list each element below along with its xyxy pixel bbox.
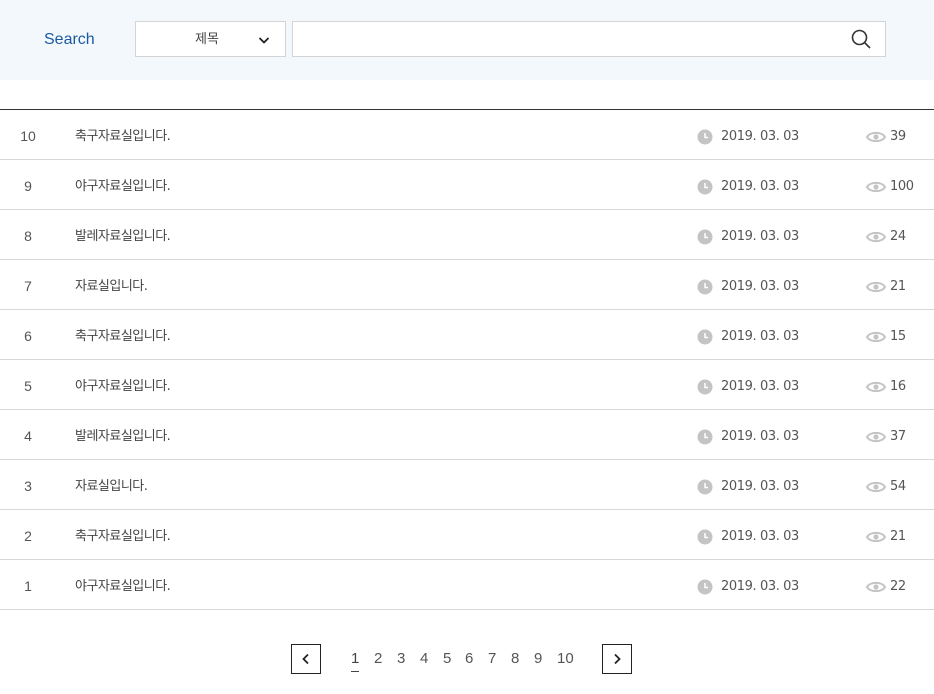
eye-icon — [866, 281, 886, 293]
search-icon[interactable] — [849, 27, 873, 51]
view-count: 22 — [890, 579, 906, 594]
page-number-9[interactable]: 9 — [534, 650, 542, 668]
post-title[interactable]: 축구자료실입니다. — [75, 528, 171, 545]
clock-icon — [697, 279, 713, 295]
post-number: 10 — [20, 128, 36, 144]
list-item[interactable]: 2 축구자료실입니다. 2019. 03. 03 21 — [0, 510, 934, 560]
post-date: 2019. 03. 03 — [721, 579, 799, 594]
eye-icon — [866, 431, 886, 443]
list-item[interactable]: 10 축구자료실입니다. 2019. 03. 03 39 — [0, 110, 934, 160]
post-title[interactable]: 자료실입니다. — [75, 278, 148, 295]
post-title[interactable]: 발레자료실입니다. — [75, 228, 171, 245]
page-number-7[interactable]: 7 — [488, 650, 496, 668]
next-page-button[interactable] — [602, 644, 632, 674]
post-date: 2019. 03. 03 — [721, 179, 799, 194]
post-title[interactable]: 발레자료실입니다. — [75, 428, 171, 445]
clock-icon — [697, 129, 713, 145]
page-number-3[interactable]: 3 — [397, 650, 405, 668]
page-number-6[interactable]: 6 — [465, 650, 473, 668]
list-item[interactable]: 3 자료실입니다. 2019. 03. 03 54 — [0, 460, 934, 510]
eye-icon — [866, 531, 886, 543]
view-count: 24 — [890, 229, 906, 244]
eye-icon — [866, 131, 886, 143]
clock-icon — [697, 329, 713, 345]
post-date: 2019. 03. 03 — [721, 229, 799, 244]
eye-icon — [866, 481, 886, 493]
search-input-box — [292, 21, 886, 57]
list-item[interactable]: 1 야구자료실입니다. 2019. 03. 03 22 — [0, 560, 934, 610]
post-number: 2 — [24, 528, 32, 544]
post-title[interactable]: 축구자료실입니다. — [75, 328, 171, 345]
view-count: 37 — [890, 429, 906, 444]
post-title[interactable]: 야구자료실입니다. — [75, 378, 171, 395]
clock-icon — [697, 229, 713, 245]
list-item[interactable]: 8 발레자료실입니다. 2019. 03. 03 24 — [0, 210, 934, 260]
chevron-right-icon — [614, 653, 621, 665]
clock-icon — [697, 429, 713, 445]
chevron-down-icon — [258, 37, 270, 44]
post-title[interactable]: 축구자료실입니다. — [75, 128, 171, 145]
post-date: 2019. 03. 03 — [721, 379, 799, 394]
post-number: 6 — [24, 328, 32, 344]
post-number: 1 — [24, 578, 32, 594]
board-list: 10 축구자료실입니다. 2019. 03. 03 39 9 야구자료실입니다. 2019.… — [0, 109, 934, 610]
page-number-1[interactable]: 1 — [351, 650, 360, 672]
search-field-select[interactable]: 제목 — [135, 21, 286, 57]
clock-icon — [697, 179, 713, 195]
view-count: 54 — [890, 479, 906, 494]
post-number: 4 — [24, 428, 32, 444]
clock-icon — [697, 379, 713, 395]
view-count: 21 — [890, 279, 906, 294]
search-input[interactable] — [303, 28, 833, 52]
pagination: 1 2 3 4 5 6 7 8 9 10 — [0, 644, 934, 684]
clock-icon — [697, 529, 713, 545]
prev-page-button[interactable] — [291, 644, 321, 674]
clock-icon — [697, 579, 713, 595]
post-date: 2019. 03. 03 — [721, 279, 799, 294]
view-count: 15 — [890, 329, 906, 344]
list-item[interactable]: 7 자료실입니다. 2019. 03. 03 21 — [0, 260, 934, 310]
post-date: 2019. 03. 03 — [721, 529, 799, 544]
view-count: 39 — [890, 129, 906, 144]
post-date: 2019. 03. 03 — [721, 129, 799, 144]
post-title[interactable]: 야구자료실입니다. — [75, 578, 171, 595]
list-item[interactable]: 6 축구자료실입니다. 2019. 03. 03 15 — [0, 310, 934, 360]
post-title[interactable]: 야구자료실입니다. — [75, 178, 171, 195]
clock-icon — [697, 479, 713, 495]
search-label: Search — [44, 31, 95, 48]
view-count: 21 — [890, 529, 906, 544]
list-item[interactable]: 4 발레자료실입니다. 2019. 03. 03 37 — [0, 410, 934, 460]
eye-icon — [866, 381, 886, 393]
page-number-10[interactable]: 10 — [557, 650, 574, 668]
post-title[interactable]: 자료실입니다. — [75, 478, 148, 495]
eye-icon — [866, 231, 886, 243]
eye-icon — [866, 181, 886, 193]
search-bar: Search 제목 — [0, 0, 934, 80]
eye-icon — [866, 581, 886, 593]
chevron-left-icon — [302, 653, 309, 665]
view-count: 16 — [890, 379, 906, 394]
list-item[interactable]: 5 야구자료실입니다. 2019. 03. 03 16 — [0, 360, 934, 410]
post-date: 2019. 03. 03 — [721, 329, 799, 344]
post-number: 8 — [24, 228, 32, 244]
page-number-4[interactable]: 4 — [420, 650, 428, 668]
post-date: 2019. 03. 03 — [721, 429, 799, 444]
page-number-2[interactable]: 2 — [374, 650, 382, 668]
post-number: 7 — [24, 278, 32, 294]
view-count: 100 — [890, 179, 914, 194]
eye-icon — [866, 331, 886, 343]
post-number: 9 — [24, 178, 32, 194]
post-number: 3 — [24, 478, 32, 494]
page-number-5[interactable]: 5 — [443, 650, 451, 668]
post-date: 2019. 03. 03 — [721, 479, 799, 494]
list-item[interactable]: 9 야구자료실입니다. 2019. 03. 03 100 — [0, 160, 934, 210]
post-number: 5 — [24, 378, 32, 394]
page-number-8[interactable]: 8 — [511, 650, 519, 668]
